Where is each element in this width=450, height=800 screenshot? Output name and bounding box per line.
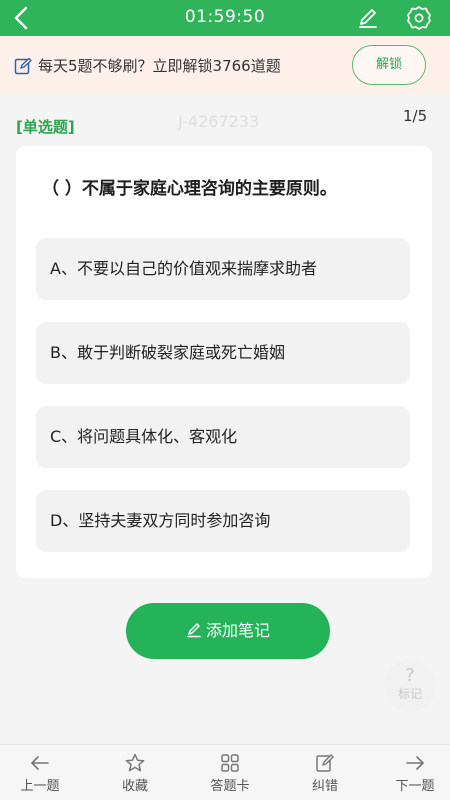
bottom-nav: 上一题 收藏 答题卡 纠错 下一题 <box>0 744 450 800</box>
nav-favorite[interactable]: 收藏 <box>95 745 175 800</box>
nav-next-question[interactable]: 下一题 <box>380 745 450 800</box>
option-b[interactable]: B、敢于判断破裂家庭或死亡婚姻 <box>36 322 410 384</box>
star-icon <box>125 753 145 772</box>
nav-label: 纠错 <box>311 779 338 794</box>
mark-button[interactable]: ? 标记 <box>384 660 436 712</box>
nav-prev-question[interactable]: 上一题 <box>0 745 80 800</box>
top-bar: 01:59:50 <box>0 0 450 36</box>
promo-text: 每天5题不够刷？立即解锁3766道题 <box>38 57 281 75</box>
edit-note-icon <box>14 57 32 75</box>
nav-answer-card[interactable]: 答题卡 <box>188 745 272 800</box>
nav-label: 收藏 <box>121 779 148 794</box>
edit-icon[interactable] <box>356 6 380 30</box>
question-progress: 1/5 <box>403 107 428 125</box>
unlock-button[interactable]: 解锁 <box>352 45 426 85</box>
grid-icon <box>221 754 239 772</box>
nav-label: 答题卡 <box>210 779 250 794</box>
question-mark-icon: ? <box>405 665 415 686</box>
option-c[interactable]: C、将问题具体化、客观化 <box>36 406 410 468</box>
nav-report-error[interactable]: 纠错 <box>285 745 365 800</box>
question-id-watermark: J-4267233 <box>178 112 260 131</box>
gear-icon[interactable] <box>406 5 432 31</box>
add-note-button[interactable]: 添加笔记 <box>126 603 330 659</box>
option-a[interactable]: A、不要以自己的价值观来揣摩求助者 <box>36 238 410 300</box>
mark-label: 标记 <box>397 687 422 701</box>
option-d[interactable]: D、坚持夫妻双方同时参加咨询 <box>36 490 410 552</box>
edit-icon <box>316 754 334 772</box>
nav-label: 上一题 <box>20 779 60 794</box>
arrow-right-icon <box>406 756 424 770</box>
add-note-label: 添加笔记 <box>205 621 270 640</box>
question-title: （ ）不属于家庭心理咨询的主要原则。 <box>42 179 337 199</box>
nav-label: 下一题 <box>395 779 435 794</box>
promo-banner: 每天5题不够刷？立即解锁3766道题 解锁 <box>0 36 450 94</box>
timer: 01:59:50 <box>184 7 266 27</box>
arrow-left-icon <box>31 756 49 770</box>
question-type: [单选题] <box>16 118 75 136</box>
pen-icon <box>187 623 201 638</box>
